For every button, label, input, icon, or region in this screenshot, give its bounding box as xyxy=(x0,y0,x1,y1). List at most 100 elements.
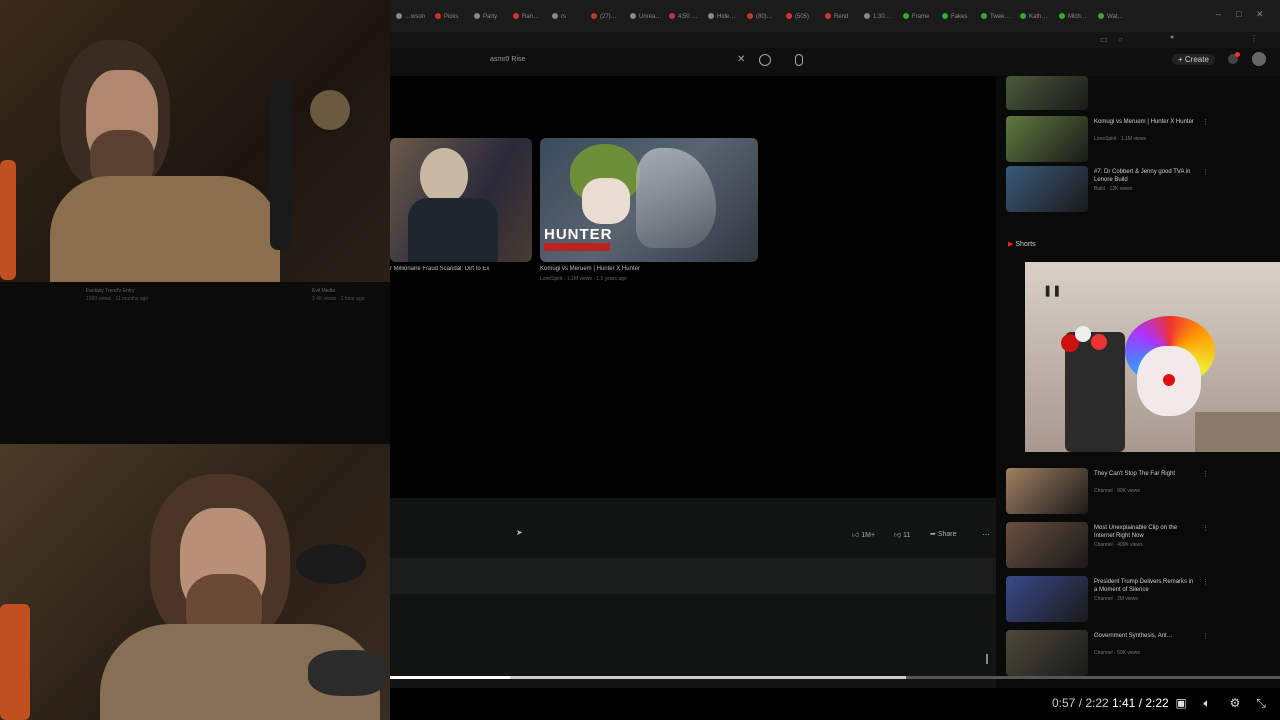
browser-tab[interactable]: 4:50 … xyxy=(669,9,697,25)
shorts-label: Shorts xyxy=(1015,241,1036,248)
exit-fullscreen-icon[interactable]: ⤡ xyxy=(1254,696,1268,710)
like-button[interactable]: 👍︎ 1M+ xyxy=(852,530,875,539)
browser-tab[interactable]: Hide… xyxy=(708,9,735,25)
video-thumbnail[interactable] xyxy=(1006,576,1088,622)
video-thumbnail[interactable] xyxy=(1006,166,1088,212)
tab-favicon-icon xyxy=(942,13,948,20)
main-video-player[interactable]: r Millionaire Fraud Scandal: Dirt to Ex … xyxy=(390,76,996,498)
list-item[interactable]: Komugi vs Meruem | Hunter X Hunter LoneS… xyxy=(1006,116,1276,166)
tab-favicon-icon xyxy=(552,13,558,20)
more-options-icon[interactable]: ⋮ xyxy=(1202,524,1209,532)
player-controls: 0:57 / 2:22 1:41 / 2:22 ▣ 🔈︎ ⚙︎ ⤡ xyxy=(390,688,1280,720)
browser-tab[interactable]: Kath… xyxy=(1020,9,1047,25)
create-label: Create xyxy=(1184,55,1209,64)
video-title: Evil Media xyxy=(312,288,336,294)
browser-tab[interactable]: Frame xyxy=(903,9,929,25)
browser-tab[interactable]: 1:30… xyxy=(864,9,891,25)
browser-tab[interactable]: Party xyxy=(474,9,497,25)
progress-bar[interactable] xyxy=(390,676,1280,679)
more-options-icon[interactable]: ⋮ xyxy=(1202,168,1209,176)
video-meta: Channel · 400K views xyxy=(1094,542,1143,548)
more-options-icon[interactable]: ⋮ xyxy=(1202,118,1209,126)
tab-favicon-icon xyxy=(1098,13,1104,20)
video-thumbnail[interactable] xyxy=(1006,76,1088,110)
clown-webcam-overlay: ❚❚ xyxy=(1025,262,1280,452)
video-thumbnail[interactable] xyxy=(1006,630,1088,676)
tab-label: 4:50 … xyxy=(678,14,698,20)
microphone-shape xyxy=(308,650,388,696)
close-window-icon[interactable]: ✕ xyxy=(1256,9,1264,20)
menu-icon[interactable]: ⋮ xyxy=(1250,34,1258,43)
browser-tab[interactable]: Unrea… xyxy=(630,9,661,25)
streamer-webcam-bottom xyxy=(0,444,390,720)
browser-tab[interactable]: Picks xyxy=(435,9,458,25)
search-input[interactable]: asmr0 Rise xyxy=(490,56,525,63)
browser-tab[interactable]: Rend xyxy=(825,9,848,25)
browser-tab[interactable]: Fakes xyxy=(942,9,967,25)
settings-icon[interactable]: ⚙︎ xyxy=(1228,696,1242,710)
video-thumbnail[interactable]: HUNTER xyxy=(540,138,758,262)
browser-tab[interactable]: (27)… xyxy=(591,9,617,25)
tab-favicon-icon xyxy=(669,13,675,20)
video-title[interactable]: r Millionaire Fraud Scandal: Dirt to Ex xyxy=(390,266,532,272)
more-options-icon[interactable]: ⋮ xyxy=(1202,632,1209,640)
settings-dot-icon[interactable]: ○ xyxy=(1118,35,1123,44)
browser-tab[interactable]: Mich… xyxy=(1059,9,1087,25)
create-button[interactable]: + Create xyxy=(1172,54,1215,65)
list-item[interactable]: They Can't Stop The Far Right Channel · … xyxy=(1006,468,1276,518)
list-item[interactable]: #7: Dr Cobbert & Jenny good TVA in Lenor… xyxy=(1006,166,1276,216)
more-actions-icon[interactable]: ⋯ xyxy=(982,530,990,539)
video-title[interactable]: Komugi vs Meruem | Hunter X Hunter xyxy=(540,266,640,272)
tab-label: rs xyxy=(561,14,566,20)
video-thumbnail[interactable] xyxy=(1006,468,1088,514)
tab-label: (27)… xyxy=(600,14,617,20)
list-item[interactable]: President Trump Delivers Remarks in a Mo… xyxy=(1006,576,1276,626)
time-total: 2:22 xyxy=(1085,696,1109,710)
browser-tab[interactable]: rs xyxy=(552,9,566,25)
profile-chip[interactable]: ● xyxy=(1170,34,1174,41)
browser-tab[interactable]: (80)… xyxy=(747,9,773,25)
clear-search-icon[interactable]: ✕ xyxy=(737,54,745,65)
browser-tab[interactable]: Wat… xyxy=(1098,9,1123,25)
browser-tab[interactable]: Twee… xyxy=(981,9,1010,25)
microphone-shape xyxy=(310,90,350,130)
description-box[interactable] xyxy=(390,558,996,594)
pause-icon[interactable]: ❚❚ xyxy=(1043,284,1061,297)
minimize-icon[interactable]: – xyxy=(1216,9,1221,19)
plush-toy-shape xyxy=(0,604,30,720)
tab-favicon-icon xyxy=(435,13,441,20)
list-item[interactable]: Government Synthesis, Ant… Channel · 50K… xyxy=(1006,630,1276,680)
more-options-icon[interactable]: ⋮ xyxy=(1202,470,1209,478)
extensions-icon[interactable]: ▭ xyxy=(1100,35,1108,44)
video-meta: Build · 12K views xyxy=(1094,186,1133,192)
video-thumbnail[interactable] xyxy=(1006,522,1088,568)
dislike-button[interactable]: 👎︎ 11 xyxy=(894,530,910,539)
search-icon[interactable] xyxy=(759,54,771,66)
video-title: President Trump Delivers Remarks in a Mo… xyxy=(1094,579,1194,593)
video-thumbnail[interactable] xyxy=(390,138,532,262)
tab-label: Twee… xyxy=(990,14,1011,20)
browser-tab[interactable]: (505) xyxy=(786,9,809,25)
scrollbar-thumb[interactable] xyxy=(986,654,988,664)
volume-icon[interactable]: 🔈︎ xyxy=(1200,696,1214,710)
tab-favicon-icon xyxy=(1059,13,1065,20)
share-button[interactable]: ➦ Share xyxy=(930,530,957,538)
browser-tab[interactable]: …wson xyxy=(396,9,425,25)
maximize-icon[interactable]: □ xyxy=(1236,9,1241,19)
more-options-icon[interactable]: ⋮ xyxy=(1202,578,1209,586)
video-thumbnail[interactable] xyxy=(1006,116,1088,162)
microphone-icon[interactable] xyxy=(795,54,803,66)
tab-label: (80)… xyxy=(756,14,773,20)
browser-tab[interactable]: Ran… xyxy=(513,9,539,25)
tab-favicon-icon xyxy=(825,13,831,20)
tab-label: 1:30… xyxy=(873,14,891,20)
video-meta: LoneSpirit · 1.1M views xyxy=(1094,136,1146,142)
character-face-shape xyxy=(582,178,630,224)
avatar[interactable] xyxy=(1252,52,1266,66)
tab-favicon-icon xyxy=(396,13,402,20)
hunter-logo-red-bar xyxy=(544,243,610,251)
address-bar[interactable]: ▭ ○ ● ⋮ xyxy=(390,32,1280,48)
video-title: #7: Dr Cobbert & Jenny good TVA in Lenor… xyxy=(1094,169,1191,183)
list-item[interactable]: Most Unexplainable Clip on the Internet … xyxy=(1006,522,1276,572)
subtitles-icon[interactable]: ▣ xyxy=(1174,696,1188,710)
